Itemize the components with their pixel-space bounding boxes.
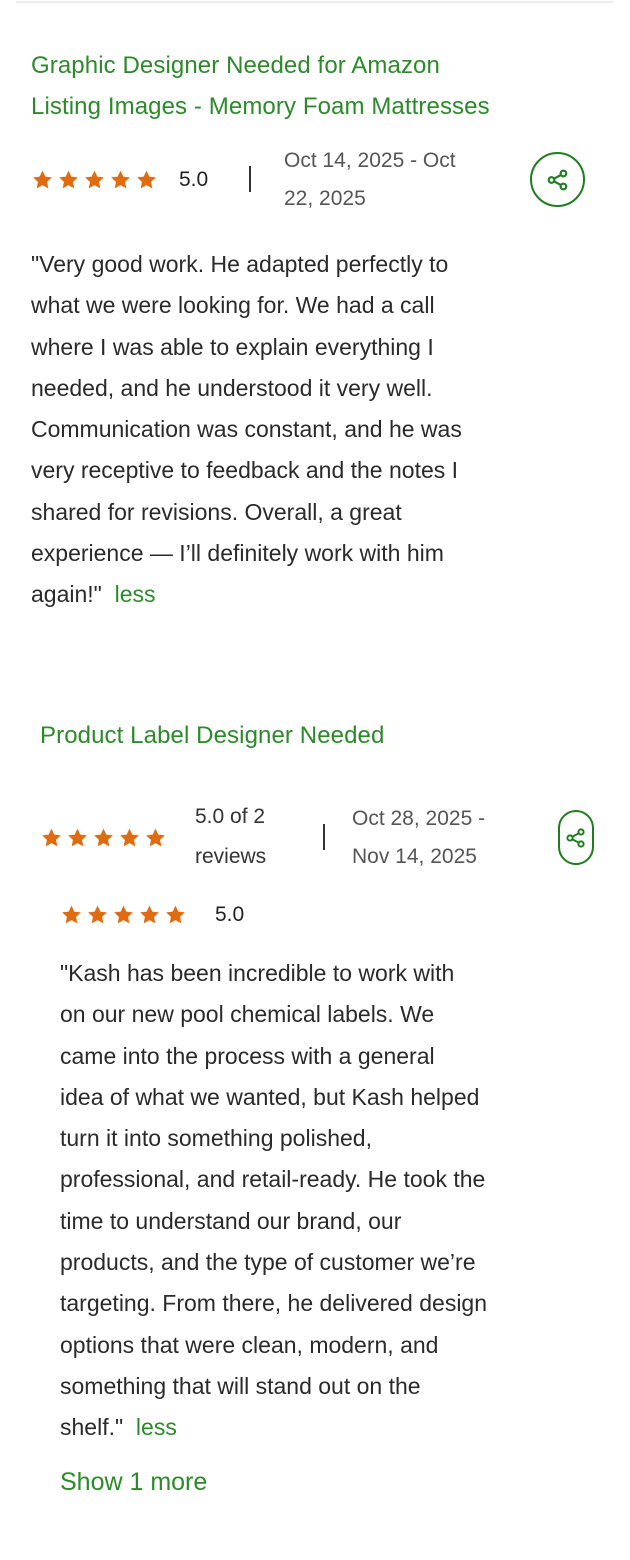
date-line: 22, 2025	[284, 187, 366, 210]
star-icon	[166, 905, 185, 924]
review-title-line[interactable]: Graphic Designer Needed for Amazon	[31, 45, 490, 86]
star-icon	[146, 828, 165, 847]
review-title[interactable]: Graphic Designer Needed for Amazon Listi…	[31, 45, 490, 127]
rating-value: 5.0	[179, 168, 209, 191]
star-icon	[62, 905, 81, 924]
star-icon	[85, 170, 104, 189]
star-icon	[42, 828, 61, 847]
review-title[interactable]: Product Label Designer Needed	[40, 715, 384, 756]
rating-value: 5.0	[215, 903, 245, 926]
divider	[323, 824, 325, 850]
share-icon	[566, 827, 585, 848]
rating-summary: 5.0 of 2 reviews	[195, 805, 267, 868]
star-icon	[94, 828, 113, 847]
star-icon	[88, 905, 107, 924]
date-range: Oct 14, 2025 - Oct 22, 2025	[284, 142, 456, 218]
star-icon	[140, 905, 159, 924]
less-link[interactable]: less	[115, 581, 156, 607]
review-title-line[interactable]: Listing Images - Memory Foam Mattresses	[31, 86, 490, 127]
share-icon	[547, 169, 567, 190]
share-button[interactable]	[558, 810, 594, 865]
star-icon	[59, 170, 78, 189]
star-icon	[114, 905, 133, 924]
date-line: Nov 14, 2025	[352, 845, 477, 868]
date-line: Oct 14, 2025 - Oct	[284, 149, 456, 172]
review-text: "Very good work. He adapted perfectly to…	[31, 251, 462, 608]
star-rating	[31, 169, 158, 191]
share-button[interactable]	[530, 152, 585, 207]
star-icon	[111, 170, 130, 189]
star-rating	[40, 827, 167, 849]
star-icon	[68, 828, 87, 847]
date-range: Oct 28, 2025 - Nov 14, 2025	[352, 800, 485, 876]
date-line: Oct 28, 2025 -	[352, 807, 486, 830]
star-icon	[33, 170, 52, 189]
card-divider	[16, 1, 614, 3]
show-more-link[interactable]: Show 1 more	[60, 1468, 207, 1497]
divider	[249, 166, 251, 192]
less-link[interactable]: less	[136, 1414, 177, 1440]
review-text: "Kash has been incredible to work with o…	[60, 960, 488, 1441]
star-rating	[60, 904, 187, 926]
star-icon	[137, 170, 156, 189]
star-icon	[120, 828, 139, 847]
